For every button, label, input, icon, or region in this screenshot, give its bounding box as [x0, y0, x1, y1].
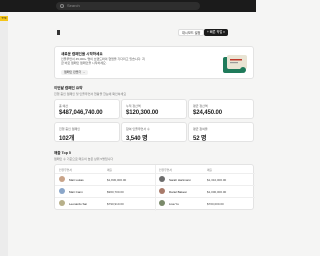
- influencer-name: Mari Lukas: [69, 177, 84, 182]
- page-icon: [57, 30, 60, 35]
- stat-label: 평균 참여율: [193, 127, 208, 131]
- revenue-value: $790,910.00: [107, 201, 124, 206]
- search-icon: [60, 4, 64, 8]
- top5-title: 매출 Top 5: [54, 151, 71, 155]
- stat-card: 진행 중인 캠페인 102개: [54, 122, 120, 142]
- search-placeholder: Search: [67, 3, 80, 8]
- stat-value: $487,046,740.00: [59, 110, 103, 116]
- stat-card: 누적 정산액 $120,300.00: [121, 99, 187, 119]
- stat-label: 총 예산: [59, 104, 69, 108]
- stat-label: 진행 중인 캠페인: [59, 127, 80, 131]
- avatar: [159, 176, 165, 182]
- avatar: [59, 188, 65, 194]
- avatar: [159, 188, 165, 194]
- overview-title: 이번달 캠페인 요약: [54, 86, 83, 90]
- revenue-value: $1,830,000.00: [107, 177, 127, 182]
- stat-value: $120,300.00: [126, 110, 159, 116]
- stat-value: 52 명: [193, 136, 207, 142]
- stat-value: 3,540 명: [126, 136, 148, 142]
- promo-description: 인플루언서 45,000+ 명이 브랜드와의 협업을 기다리고 있습니다. 지금…: [61, 57, 145, 65]
- column-header: 인플루언서: [59, 168, 72, 172]
- promo-card: 새로운 캠페인을 시작하세요 인플루언서 45,000+ 명이 브랜드와의 협업…: [54, 46, 254, 79]
- stat-label: 누적 정산액: [126, 104, 141, 108]
- stat-label: 참여 인플루언서 수: [126, 127, 150, 131]
- revenue-value: $700,000.00: [207, 201, 224, 206]
- influencer-name: Leonardo Sai: [69, 201, 87, 206]
- revenue-value: $1,310,000.00: [207, 177, 227, 182]
- influencer-name: Lisa Yu: [169, 201, 179, 206]
- sidebar: [0, 12, 8, 256]
- top5-description: 캠페인 수 기준으로 매출이 높은 상위 5명입니다: [54, 157, 114, 161]
- create-campaign-button[interactable]: 캠페인 만들기 →: [61, 70, 89, 75]
- influencer-name: Sarah Hartmann: [169, 177, 192, 182]
- influencer-name: Mari Cann: [69, 189, 83, 194]
- stat-label: 평균 정산액: [193, 104, 208, 108]
- column-header: 매출: [107, 168, 113, 172]
- promo-illustration: [223, 55, 247, 73]
- column-header: 인플루언서: [159, 168, 172, 172]
- avatar: [59, 200, 65, 206]
- dashboard-settings-button[interactable]: 대시보드 설정: [178, 29, 205, 36]
- avatar: [159, 200, 165, 206]
- quick-action-button[interactable]: + 빠른 작업 ▾: [204, 29, 228, 36]
- avatar: [59, 176, 65, 182]
- stat-card: 평균 참여율 52 명: [188, 122, 254, 142]
- stat-value: $24,450.00: [193, 110, 223, 116]
- top-bar: Search: [0, 0, 256, 12]
- stat-card: 총 예산 $487,046,740.00: [54, 99, 120, 119]
- top5-table: 인플루언서 매출 인플루언서 매출 Mari Lukas $1,830,000.…: [54, 164, 255, 211]
- stat-card: 참여 인플루언서 수 3,540 명: [121, 122, 187, 142]
- stat-value: 102개: [59, 136, 75, 142]
- column-header: 매출: [207, 168, 213, 172]
- influencer-name: Dariel Bakesi: [169, 189, 187, 194]
- stat-card: 평균 정산액 $24,450.00: [188, 99, 254, 119]
- revenue-value: $1,000,000.00: [207, 189, 227, 194]
- search-bar[interactable]: Search: [56, 2, 200, 10]
- overview-description: 진행 중인 캠페인 및 인플루언서 현황을 한눈에 확인하세요: [54, 92, 127, 96]
- sidebar-badge[interactable]: TTF: [0, 16, 8, 21]
- revenue-value: $960,700.00: [107, 189, 124, 194]
